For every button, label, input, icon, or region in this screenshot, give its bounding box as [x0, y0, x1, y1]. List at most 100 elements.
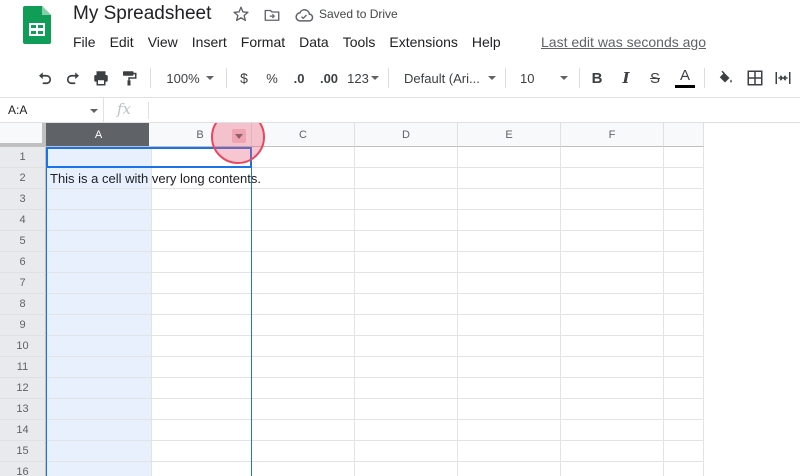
currency-button[interactable]: $: [234, 58, 254, 98]
cell-e1[interactable]: [458, 147, 561, 168]
row-header-13[interactable]: 13: [0, 399, 46, 420]
cell-e12[interactable]: [458, 378, 561, 399]
cell-d15[interactable]: [355, 441, 458, 462]
cell-c7[interactable]: [252, 273, 355, 294]
cell-e11[interactable]: [458, 357, 561, 378]
last-edit-link[interactable]: Last edit was seconds ago: [541, 32, 706, 52]
cell-d11[interactable]: [355, 357, 458, 378]
cell-e16[interactable]: [458, 462, 561, 476]
cell-d6[interactable]: [355, 252, 458, 273]
cell-b9[interactable]: [149, 315, 252, 336]
sheets-logo-icon[interactable]: [23, 6, 51, 44]
cell-f11[interactable]: [561, 357, 664, 378]
cell-e13[interactable]: [458, 399, 561, 420]
cell-d10[interactable]: [355, 336, 458, 357]
cell-a16[interactable]: [46, 462, 152, 476]
decrease-decimal-button[interactable]: .0: [288, 58, 310, 98]
cell-a10[interactable]: [46, 336, 152, 357]
row-header-10[interactable]: 10: [0, 336, 46, 357]
menu-tools[interactable]: Tools: [336, 32, 383, 52]
cell-e8[interactable]: [458, 294, 561, 315]
menu-format[interactable]: Format: [234, 32, 292, 52]
column-menu-dropdown-icon[interactable]: [232, 129, 246, 143]
cell-b13[interactable]: [149, 399, 252, 420]
cell-b11[interactable]: [149, 357, 252, 378]
cell-c16[interactable]: [252, 462, 355, 476]
cell-d5[interactable]: [355, 231, 458, 252]
cell-g9[interactable]: [664, 315, 704, 336]
star-icon[interactable]: [232, 5, 250, 23]
cell-a13[interactable]: [46, 399, 152, 420]
cell-d4[interactable]: [355, 210, 458, 231]
cell-a5[interactable]: [46, 231, 152, 252]
menu-insert[interactable]: Insert: [185, 32, 234, 52]
row-header-11[interactable]: 11: [0, 357, 46, 378]
cell-f12[interactable]: [561, 378, 664, 399]
merge-icon[interactable]: [772, 58, 794, 98]
cell-c2[interactable]: [252, 168, 355, 189]
cell-a15[interactable]: [46, 441, 152, 462]
cell-d8[interactable]: [355, 294, 458, 315]
row-header-12[interactable]: 12: [0, 378, 46, 399]
cell-a3[interactable]: [46, 189, 152, 210]
menu-help[interactable]: Help: [465, 32, 508, 52]
cell-b16[interactable]: [149, 462, 252, 476]
cell-f14[interactable]: [561, 420, 664, 441]
cell-e15[interactable]: [458, 441, 561, 462]
move-to-folder-icon[interactable]: [263, 6, 281, 24]
cell-b7[interactable]: [149, 273, 252, 294]
cell-f15[interactable]: [561, 441, 664, 462]
paint-format-icon[interactable]: [118, 58, 140, 98]
cell-a9[interactable]: [46, 315, 152, 336]
cell-g16[interactable]: [664, 462, 704, 476]
cell-c11[interactable]: [252, 357, 355, 378]
cell-e5[interactable]: [458, 231, 561, 252]
cell-b8[interactable]: [149, 294, 252, 315]
cell-g8[interactable]: [664, 294, 704, 315]
name-box[interactable]: A:A: [0, 98, 104, 123]
cell-a1[interactable]: [46, 147, 152, 168]
menu-file[interactable]: File: [66, 32, 103, 52]
cell-b10[interactable]: [149, 336, 252, 357]
cell-b6[interactable]: [149, 252, 252, 273]
column-header-d[interactable]: D: [355, 123, 458, 147]
cell-e4[interactable]: [458, 210, 561, 231]
more-formats-button[interactable]: 123: [346, 58, 380, 98]
cell-d14[interactable]: [355, 420, 458, 441]
font-size-select[interactable]: 10: [512, 58, 574, 98]
bold-button[interactable]: B: [587, 58, 607, 98]
cell-b4[interactable]: [149, 210, 252, 231]
cell-f1[interactable]: [561, 147, 664, 168]
cell-a8[interactable]: [46, 294, 152, 315]
cell-c5[interactable]: [252, 231, 355, 252]
cell-e10[interactable]: [458, 336, 561, 357]
cell-e6[interactable]: [458, 252, 561, 273]
row-header-5[interactable]: 5: [0, 231, 46, 252]
cell-f16[interactable]: [561, 462, 664, 476]
menu-edit[interactable]: Edit: [103, 32, 141, 52]
cell-d7[interactable]: [355, 273, 458, 294]
redo-icon[interactable]: [62, 58, 84, 98]
text-color-button[interactable]: A: [674, 58, 696, 98]
column-header-g[interactable]: [664, 123, 704, 147]
cell-b5[interactable]: [149, 231, 252, 252]
cell-d1[interactable]: [355, 147, 458, 168]
row-header-3[interactable]: 3: [0, 189, 46, 210]
cell-e7[interactable]: [458, 273, 561, 294]
cell-f5[interactable]: [561, 231, 664, 252]
cell-a4[interactable]: [46, 210, 152, 231]
row-header-6[interactable]: 6: [0, 252, 46, 273]
font-select[interactable]: Default (Ari...: [398, 58, 498, 98]
cell-g2[interactable]: [664, 168, 704, 189]
fill-color-icon[interactable]: [714, 58, 736, 98]
cell-c6[interactable]: [252, 252, 355, 273]
cell-g13[interactable]: [664, 399, 704, 420]
cell-e14[interactable]: [458, 420, 561, 441]
cell-a14[interactable]: [46, 420, 152, 441]
cell-d12[interactable]: [355, 378, 458, 399]
cell-a6[interactable]: [46, 252, 152, 273]
column-header-c[interactable]: C: [252, 123, 355, 147]
cell-f6[interactable]: [561, 252, 664, 273]
cell-b12[interactable]: [149, 378, 252, 399]
cell-g15[interactable]: [664, 441, 704, 462]
